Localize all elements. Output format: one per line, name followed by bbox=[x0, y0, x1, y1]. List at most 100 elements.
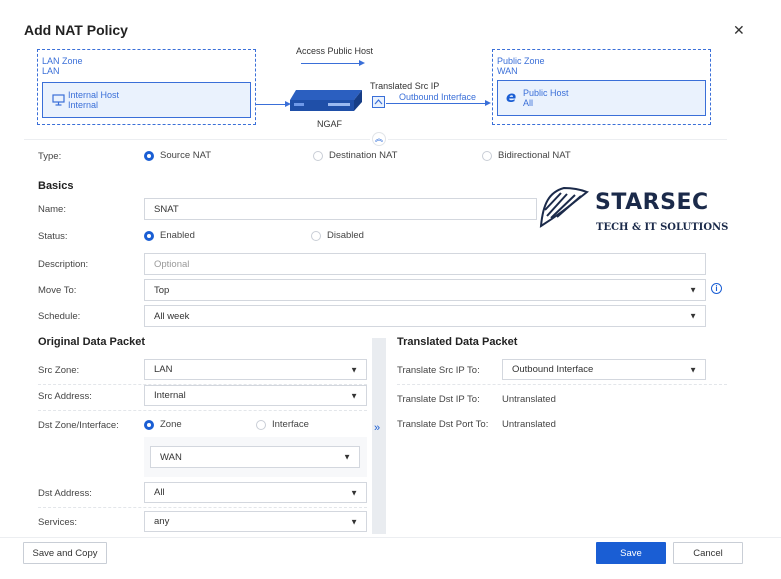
radio-selected-icon bbox=[144, 419, 154, 430]
diagram-divider bbox=[24, 139, 370, 140]
dropdown-caret-icon: ▼ bbox=[689, 365, 697, 374]
public-host-value: All bbox=[523, 98, 534, 108]
access-public-host-label: Access Public Host bbox=[296, 46, 374, 56]
translate-dst-port-value: Untranslated bbox=[502, 419, 556, 430]
translated-src-ip-label: Translated Src IP bbox=[370, 81, 440, 91]
status-enabled-radio[interactable]: Enabled bbox=[144, 230, 195, 241]
outbound-interface-label: Outbound Interface bbox=[399, 92, 477, 102]
translate-dst-ip-value: Untranslated bbox=[502, 394, 556, 405]
name-field[interactable]: SNAT bbox=[144, 198, 537, 220]
public-zone-box: Public Zone WAN e Public Host All bbox=[492, 49, 711, 125]
collapse-diagram-button[interactable]: ︽ bbox=[372, 132, 386, 146]
save-and-copy-button[interactable]: Save and Copy bbox=[23, 542, 107, 564]
translate-src-ip-label: Translate Src IP To: bbox=[397, 365, 480, 376]
dropdown-caret-icon: ▼ bbox=[343, 452, 351, 462]
status-disabled-radio[interactable]: Disabled bbox=[311, 230, 364, 241]
lan-to-ngaf-arrow bbox=[256, 104, 286, 105]
radio-unselected-icon bbox=[313, 150, 323, 161]
row-divider bbox=[397, 384, 727, 385]
row-divider bbox=[38, 410, 367, 411]
services-label: Services: bbox=[38, 517, 78, 528]
footer-divider bbox=[0, 537, 781, 538]
interface-option-label: Interface bbox=[272, 419, 309, 430]
radio-unselected-icon bbox=[311, 230, 321, 241]
dst-zone-select[interactable]: WAN ▼ bbox=[150, 446, 360, 468]
cancel-button[interactable]: Cancel bbox=[673, 542, 743, 564]
dst-zone-radio[interactable]: Zone bbox=[144, 419, 182, 430]
translate-src-ip-select[interactable]: Outbound Interface ▼ bbox=[502, 359, 706, 380]
type-label: Type: bbox=[38, 151, 62, 162]
name-value: SNAT bbox=[154, 203, 179, 215]
translate-dst-ip-label: Translate Dst IP To: bbox=[397, 394, 480, 405]
public-host-title: Public Host bbox=[523, 88, 569, 98]
starsec-brand: STARSEC bbox=[595, 190, 709, 215]
dropdown-caret-icon: ▼ bbox=[689, 285, 697, 295]
description-field[interactable]: Optional bbox=[144, 253, 706, 275]
ngaf-to-wan-arrow-head bbox=[485, 100, 491, 106]
radio-unselected-icon bbox=[482, 150, 492, 161]
access-arrow bbox=[301, 63, 359, 64]
ngaf-device-icon bbox=[290, 90, 362, 111]
panel-splitter[interactable]: » bbox=[372, 338, 386, 534]
dropdown-caret-icon: ▼ bbox=[350, 391, 358, 400]
radio-selected-icon bbox=[144, 230, 154, 241]
dst-interface-radio[interactable]: Interface bbox=[256, 419, 309, 430]
move-to-value: Top bbox=[154, 284, 170, 296]
radio-unselected-icon bbox=[256, 419, 266, 430]
dst-zone-interface-label: Dst Zone/Interface: bbox=[38, 420, 119, 431]
lan-zone-name: LAN bbox=[42, 66, 60, 76]
dst-zone-panel: WAN ▼ bbox=[144, 437, 367, 477]
description-label: Description: bbox=[38, 259, 89, 270]
dst-zone-value: WAN bbox=[160, 451, 182, 463]
dropdown-caret-icon: ▼ bbox=[350, 365, 358, 374]
src-address-select[interactable]: Internal ▼ bbox=[144, 385, 367, 406]
type-source-nat-radio[interactable]: Source NAT bbox=[144, 150, 211, 161]
dialog-title: Add NAT Policy bbox=[24, 22, 128, 38]
translate-src-ip-value: Outbound Interface bbox=[512, 364, 594, 375]
info-icon[interactable]: i bbox=[711, 283, 722, 294]
schedule-label: Schedule: bbox=[38, 311, 81, 322]
services-select[interactable]: any ▼ bbox=[144, 511, 367, 532]
zone-option-label: Zone bbox=[160, 419, 182, 430]
disabled-label: Disabled bbox=[327, 230, 364, 241]
src-zone-label: Src Zone: bbox=[38, 365, 80, 376]
public-host-box: e Public Host All bbox=[497, 80, 706, 116]
src-address-label: Src Address: bbox=[38, 391, 92, 402]
enabled-label: Enabled bbox=[160, 230, 195, 241]
save-button[interactable]: Save bbox=[596, 542, 666, 564]
type-destination-nat-radio[interactable]: Destination NAT bbox=[313, 150, 397, 161]
dst-address-select[interactable]: All ▼ bbox=[144, 482, 367, 503]
public-zone-title: Public Zone bbox=[497, 56, 545, 66]
move-to-select[interactable]: Top ▼ bbox=[144, 279, 706, 301]
starsec-tagline: TECH & IT SOLUTIONS bbox=[596, 222, 729, 233]
status-label: Status: bbox=[38, 231, 68, 242]
original-packet-heading: Original Data Packet bbox=[38, 336, 145, 348]
dropdown-caret-icon: ▼ bbox=[350, 488, 358, 497]
row-divider bbox=[38, 507, 367, 508]
diagram-divider-right bbox=[388, 139, 727, 140]
ngaf-to-wan-arrow bbox=[386, 103, 486, 104]
translate-dst-port-label: Translate Dst Port To: bbox=[397, 419, 489, 430]
radio-selected-icon bbox=[144, 150, 154, 161]
lan-zone-title: LAN Zone bbox=[42, 56, 83, 66]
type-bidirectional-nat-radio[interactable]: Bidirectional NAT bbox=[482, 150, 571, 161]
internet-explorer-icon: e bbox=[506, 88, 517, 106]
expand-chevron-icon[interactable]: » bbox=[374, 422, 380, 434]
services-value: any bbox=[154, 516, 170, 527]
description-placeholder: Optional bbox=[154, 258, 190, 270]
source-nat-label: Source NAT bbox=[160, 150, 212, 161]
internal-host-box: Internal Host Internal bbox=[42, 82, 251, 118]
close-icon[interactable]: ✕ bbox=[733, 22, 745, 39]
dst-address-label: Dst Address: bbox=[38, 488, 92, 499]
name-label: Name: bbox=[38, 204, 66, 215]
translated-packet-heading: Translated Data Packet bbox=[397, 336, 518, 348]
basics-heading: Basics bbox=[38, 180, 74, 192]
src-zone-select[interactable]: LAN ▼ bbox=[144, 359, 367, 380]
access-arrow-head bbox=[359, 60, 365, 66]
lan-zone-box: LAN Zone LAN Internal Host Internal bbox=[37, 49, 256, 125]
schedule-value: All week bbox=[154, 310, 190, 322]
internal-host-title: Internal Host bbox=[68, 90, 120, 100]
schedule-select[interactable]: All week ▼ bbox=[144, 305, 706, 327]
public-zone-name: WAN bbox=[497, 66, 518, 76]
dropdown-caret-icon: ▼ bbox=[350, 517, 358, 526]
